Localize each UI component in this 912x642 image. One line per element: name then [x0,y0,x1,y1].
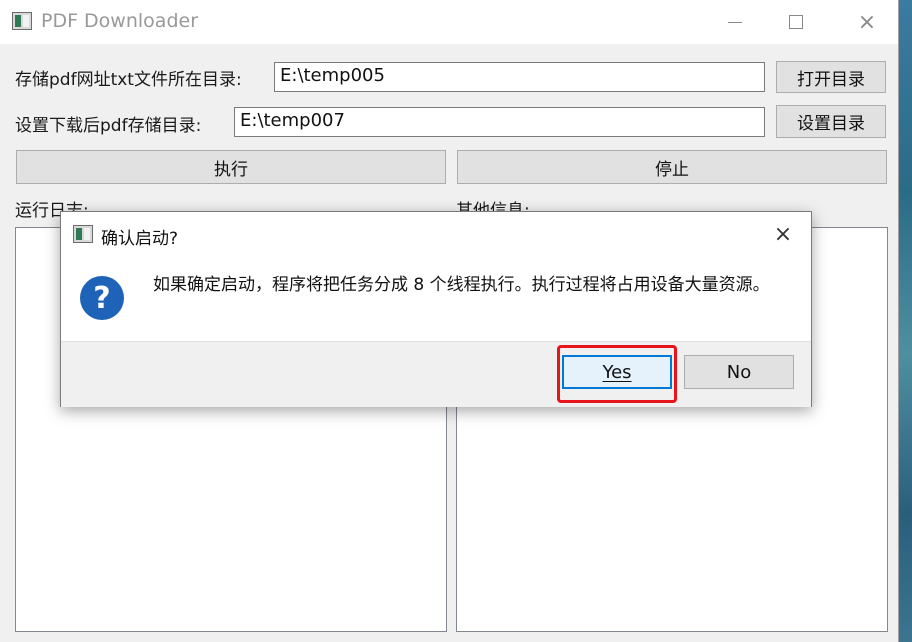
close-icon: × [773,221,793,247]
yes-button-highlight [557,345,677,403]
dialog-button-bar: Yes No [61,341,811,407]
save-dir-label: 设置下载后pdf存储目录: [15,116,202,136]
window-title: PDF Downloader [41,10,199,32]
dialog-title-bar[interactable]: 确认启动? × [61,212,811,256]
minimize-icon [728,21,742,23]
save-dir-input[interactable]: E:\temp007 [234,107,765,137]
source-dir-label: 存储pdf网址txt文件所在目录: [15,70,242,90]
desktop-background-right [898,0,912,642]
open-dir-button[interactable]: 打开目录 [776,61,886,93]
maximize-button[interactable] [765,0,827,44]
title-bar[interactable]: PDF Downloader × [0,0,898,44]
set-dir-button[interactable]: 设置目录 [776,105,886,138]
close-icon: × [857,9,877,35]
app-icon [12,12,32,30]
dialog-close-button[interactable]: × [763,218,803,250]
question-icon: ? [80,276,124,320]
maximize-icon [789,15,803,29]
execute-button[interactable]: 执行 [16,150,446,184]
stop-button[interactable]: 停止 [457,150,887,184]
confirm-dialog: 确认启动? × ? 如果确定启动，程序将把任务分成 8 个线程执行。执行过程将占… [60,211,812,407]
dialog-message: 如果确定启动，程序将把任务分成 8 个线程执行。执行过程将占用设备大量资源。 [153,275,770,295]
minimize-button[interactable] [704,0,766,44]
no-button[interactable]: No [684,355,794,389]
dialog-app-icon [73,225,93,243]
close-button[interactable]: × [836,0,898,44]
dialog-title: 确认启动? [101,229,179,249]
source-dir-input[interactable]: E:\temp005 [274,62,765,92]
